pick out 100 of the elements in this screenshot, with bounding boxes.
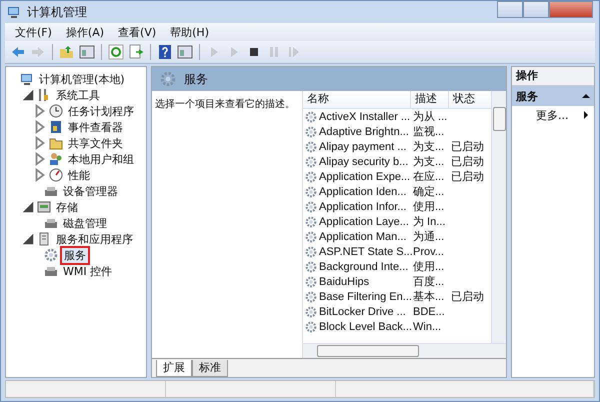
table-cell-text: 为支... [412,140,446,154]
table-cell: Application Expe... [319,170,410,182]
service-row[interactable]: ActiveX Installer ... 为从 ... [303,109,491,124]
table-cell: Adaptive Brightn... [319,126,409,138]
minimize-button[interactable] [497,1,523,18]
tree-item[interactable]: 服务 [60,246,90,264]
table-cell: BitLocker Drive ... [319,306,406,318]
gear-icon [305,290,317,302]
table-cell: Application Laye... [319,216,409,228]
table-cell: Application Iden... [319,186,406,198]
folder-icon [49,136,63,150]
collapse-arrow-icon[interactable] [21,232,35,246]
clock-icon [49,104,63,118]
tree-item[interactable]: 性能 [65,166,93,184]
folder-up-icon[interactable] [58,43,76,61]
table-cell: Base Filtering En... [319,290,412,302]
tree-item[interactable]: 系统工具 [53,86,103,104]
menu-item[interactable]: 操作(A) [60,24,112,40]
service-row[interactable]: Alipay payment ... 为支... 已启动 [303,139,491,154]
gear-icon [160,71,176,87]
device-icon [44,216,58,230]
expand-arrow-icon[interactable] [33,152,47,166]
table-cell: Alipay security b... [319,156,408,168]
tab[interactable]: 标准 [192,360,228,377]
expand-arrow-icon[interactable] [33,136,47,150]
vertical-scrollbar[interactable] [491,91,506,343]
refresh-icon[interactable] [107,43,125,61]
column-header[interactable]: 描述 [411,91,449,108]
service-row[interactable]: Background Inte... 使用... [303,259,491,274]
storage-icon [37,200,51,214]
pane-toggle-icon[interactable] [176,43,194,61]
service-row[interactable]: BaiduHips 百度... [303,274,491,289]
service-row[interactable]: BitLocker Drive ... BDE... [303,304,491,319]
service-row[interactable]: Application Infor... 使用... [303,199,491,214]
menu-item[interactable]: 文件(F) [9,24,60,40]
gear-icon [305,216,317,228]
table-cell: Application Man... [319,230,406,242]
service-row[interactable]: Block Level Back...Win... [303,319,491,334]
computer-icon [20,72,34,86]
gear-icon [305,230,317,242]
collapse-arrow-icon[interactable] [21,200,35,214]
column-header[interactable]: 名称 [303,91,411,108]
gear-icon [44,248,58,262]
help-icon[interactable] [156,43,174,61]
expand-arrow-icon[interactable] [33,168,47,182]
table-cell-text: 已启动 [450,154,485,169]
service-row[interactable]: ASP.NET State S...Prov... [303,244,491,259]
service-row[interactable]: Application Iden... 确定... [303,184,491,199]
menu-item[interactable]: 帮助(H) [164,24,217,40]
horizontal-scrollbar[interactable] [303,343,506,358]
table-cell: Background Inte... [319,260,408,272]
collapse-arrow-icon[interactable] [582,92,590,100]
server-icon [37,232,51,246]
table-cell-text: 使用... [412,200,446,214]
gear-icon [305,200,317,212]
menu-item[interactable]: 查看(V) [112,24,164,40]
tree-item[interactable]: 本地用户和组 [65,150,137,168]
pane-toggle-icon[interactable] [78,43,96,61]
tree-item[interactable]: 存储 [53,198,81,216]
export-list-icon[interactable] [127,43,145,61]
maximize-button[interactable] [523,1,549,18]
table-cell-text: 已启动 [450,290,485,304]
table-cell-text: 在应... [412,170,446,184]
tree-item[interactable]: 设备管理器 [60,182,121,200]
gear-icon [305,140,317,152]
tree-item[interactable]: 计算机管理(本地) [36,70,128,88]
table-cell-text: Prov... [412,246,445,258]
table-cell-text: 为通... [412,230,446,244]
action-item[interactable]: 更多... [512,106,594,124]
service-row[interactable]: Application Laye... 为 In... [303,214,491,229]
service-row[interactable]: Adaptive Brightn... 监视... [303,124,491,139]
table-cell: Block Level Back... [319,320,412,332]
submenu-arrow-icon [582,111,590,119]
table-cell: ActiveX Installer ... [319,110,410,122]
actions-header: 操作 [512,67,594,86]
tree-item[interactable]: 共享文件夹 [65,134,126,152]
gear-icon [305,260,317,272]
description-text: 选择一个项目来查看它的描述。 [155,99,295,110]
service-row[interactable]: Alipay security b... 为支... 已启动 [303,154,491,169]
tree-item[interactable]: 任务计划程序 [65,102,137,120]
table-cell-text: 基本... [412,290,446,304]
actions-section[interactable]: 服务 [512,86,594,106]
tab[interactable]: 扩展 [156,360,192,377]
tree-item[interactable]: WMI 控件 [60,262,116,280]
expand-arrow-icon[interactable] [33,120,47,134]
table-cell: ASP.NET State S... [319,246,413,258]
service-row[interactable]: Base Filtering En...基本... 已启动 [303,289,491,304]
tree-item[interactable]: 磁盘管理 [60,214,110,232]
panel-title: 服务 [184,70,208,88]
computer-icon [7,5,21,19]
tree-item[interactable]: 事件查看器 [65,118,126,136]
collapse-arrow-icon[interactable] [21,88,35,102]
gear-icon [305,126,317,138]
device-icon [44,264,58,278]
gear-icon [305,186,317,198]
tree-item[interactable]: 服务和应用程序 [53,230,136,248]
table-cell-text: 已启动 [450,170,485,184]
close-button[interactable] [549,1,593,18]
service-row[interactable]: Application Expe... 在应... 已启动 [303,169,491,184]
service-row[interactable]: Application Man... 为通... [303,229,491,244]
